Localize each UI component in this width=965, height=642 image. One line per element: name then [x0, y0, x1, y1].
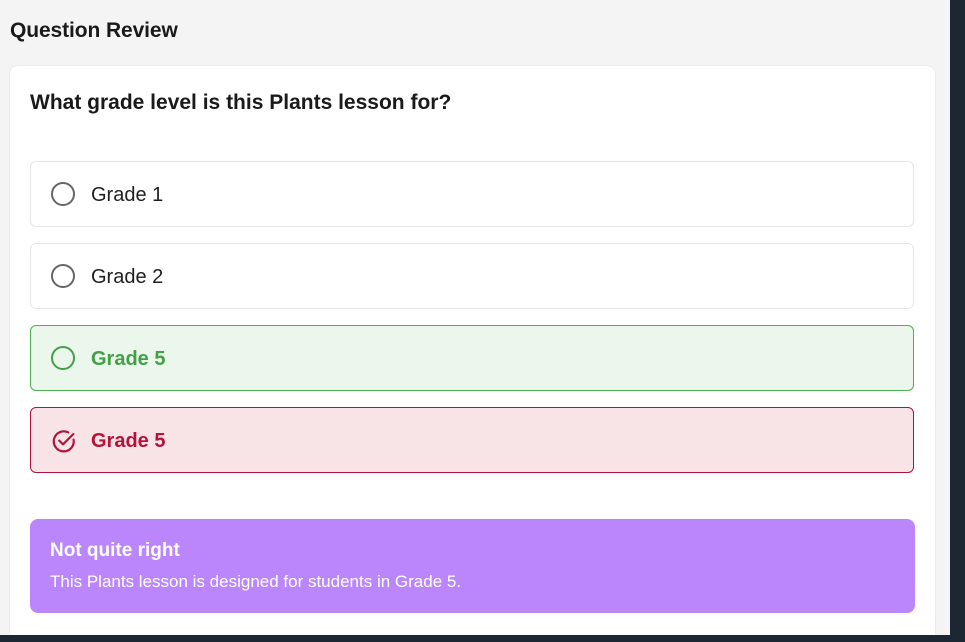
answer-option-label: Grade 2 [91, 266, 164, 288]
answer-option-selected-incorrect[interactable]: Grade 5 [30, 407, 914, 473]
radio-empty-icon [51, 182, 75, 206]
radio-empty-icon [51, 264, 75, 288]
answer-option-label: Grade 5 [91, 430, 166, 452]
answer-option-correct[interactable]: Grade 5 [30, 325, 914, 391]
page-title: Question Review [10, 19, 178, 42]
question-card: What grade level is this Plants lesson f… [10, 66, 935, 635]
answer-option-grade-1[interactable]: Grade 1 [30, 161, 914, 227]
answer-option-label: Grade 1 [91, 184, 164, 206]
answer-option-grade-2[interactable]: Grade 2 [30, 243, 914, 309]
feedback-message: This Plants lesson is designed for stude… [50, 572, 462, 591]
answer-option-label: Grade 5 [91, 348, 166, 370]
radio-empty-icon [51, 346, 75, 370]
question-review-page: Question Review What grade level is this… [0, 0, 950, 635]
check-circle-icon [52, 430, 75, 453]
question-text: What grade level is this Plants lesson f… [30, 91, 452, 114]
feedback-panel: Not quite right This Plants lesson is de… [30, 519, 915, 613]
feedback-title: Not quite right [50, 540, 180, 561]
